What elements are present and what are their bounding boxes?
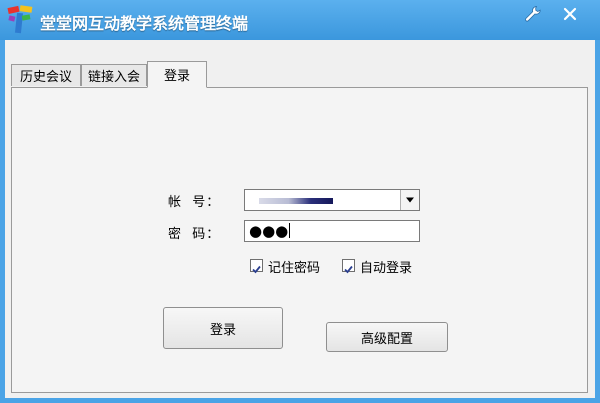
close-icon — [563, 7, 577, 21]
chevron-down-icon — [406, 197, 414, 203]
login-panel: 帐 号： 密 码： ●●● 记住密码 自动登录 登录 高级配置 — [11, 87, 588, 393]
settings-button[interactable] — [520, 4, 546, 24]
window-title: 堂堂网互动教学系统管理终端 — [40, 14, 249, 33]
text-caret — [289, 223, 291, 238]
login-button[interactable]: 登录 — [163, 307, 283, 349]
checkmark-icon — [252, 265, 261, 274]
auto-login-label[interactable]: 自动登录 — [360, 257, 412, 276]
close-button[interactable] — [556, 4, 584, 24]
title-bar[interactable]: 堂堂网互动教学系统管理终端 — [0, 0, 600, 40]
auto-login-checkbox[interactable] — [342, 259, 355, 274]
remember-password-checkbox[interactable] — [250, 259, 263, 274]
password-value: ●●● — [249, 222, 289, 240]
tab-join-by-link[interactable]: 链接入会 — [81, 64, 147, 86]
account-dropdown-button[interactable] — [400, 190, 419, 210]
advanced-config-button[interactable]: 高级配置 — [326, 322, 448, 352]
app-logo-icon — [7, 5, 33, 34]
password-field[interactable]: ●●● — [244, 220, 420, 242]
app-window: 堂堂网互动教学系统管理终端 历史会议 链接入会 登录 帐 号： 密 码： ●●●… — [0, 0, 600, 403]
client-area: 历史会议 链接入会 登录 帐 号： 密 码： ●●● 记住密码 自动登录 登录 … — [5, 40, 595, 398]
remember-password-label[interactable]: 记住密码 — [268, 257, 320, 276]
account-combobox[interactable] — [244, 189, 420, 211]
tab-login[interactable]: 登录 — [147, 61, 207, 88]
tab-history-meetings[interactable]: 历史会议 — [11, 64, 81, 86]
account-value-redacted — [259, 198, 333, 204]
account-label: 帐 号： — [168, 195, 221, 210]
wrench-icon — [525, 6, 541, 22]
password-label: 密 码： — [168, 227, 221, 242]
checkmark-icon — [344, 265, 353, 274]
